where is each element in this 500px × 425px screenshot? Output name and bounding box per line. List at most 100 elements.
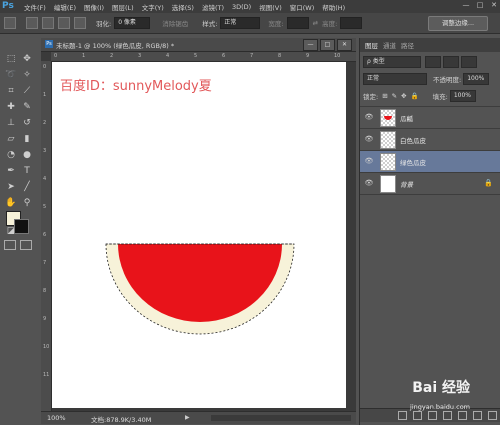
author-watermark: 百度ID：sunnyMelody夏 [60, 79, 212, 94]
new-group-icon[interactable] [458, 411, 467, 420]
shape-icon[interactable]: ╱ [20, 180, 34, 194]
quick-mask-icon[interactable] [4, 240, 16, 250]
document-tab[interactable]: Ps 未标题-1 @ 100% (绿色瓜皮, RGB/8) * — □ ✕ [41, 38, 356, 52]
ruler-tick: 9 [43, 316, 47, 322]
filter-adjust-icon[interactable] [443, 55, 459, 68]
ruler-tick: 1 [82, 53, 86, 59]
status-menu-arrow-icon[interactable]: ▶ [185, 414, 190, 421]
subtract-selection-icon[interactable] [58, 17, 70, 29]
filter-pixel-icon[interactable] [425, 55, 441, 68]
link-layers-icon[interactable] [398, 411, 407, 420]
gradient-icon[interactable]: ▮ [20, 132, 34, 146]
tab-channels[interactable]: 通道 [383, 40, 396, 50]
menu-layer[interactable]: 图层(L) [112, 2, 134, 12]
lock-pixels-icon[interactable]: ✎ [392, 92, 397, 100]
zoom-icon[interactable]: ⚲ [20, 196, 34, 210]
vertical-ruler: 0 1 2 3 4 5 6 7 8 9 10 11 [41, 61, 52, 411]
brush-icon[interactable]: ✎ [20, 100, 34, 114]
move-icon[interactable]: ✥ [20, 52, 34, 66]
menu-select[interactable]: 选择(S) [172, 2, 194, 12]
menu-help[interactable]: 帮助(H) [322, 2, 345, 12]
doc-minimize-icon[interactable]: — [303, 39, 318, 51]
add-mask-icon[interactable] [428, 411, 437, 420]
visibility-eye-icon[interactable]: 👁 [364, 113, 374, 122]
tab-paths[interactable]: 路径 [401, 40, 414, 50]
lasso-icon[interactable]: ➰ [4, 68, 18, 82]
clone-stamp-icon[interactable]: ⊥ [4, 116, 18, 130]
delete-layer-icon[interactable] [488, 411, 497, 420]
feather-input[interactable]: 0 像素 [114, 17, 151, 29]
close-icon[interactable]: ✕ [490, 1, 498, 9]
layer-filter-kind-select[interactable]: ρ 类型 [363, 55, 421, 68]
antialias-checkbox[interactable]: 消除锯齿 [162, 18, 188, 28]
minimize-icon[interactable]: — [462, 1, 470, 9]
eyedropper-icon[interactable]: ⟋ [20, 84, 34, 98]
ruler-tick: 2 [110, 53, 114, 59]
healing-brush-icon[interactable]: ✚ [4, 100, 18, 114]
visibility-eye-icon[interactable]: 👁 [364, 179, 374, 188]
blend-mode-select[interactable]: 正常 [363, 72, 427, 85]
layer-row-white-rind[interactable]: 👁 白色瓜皮 [360, 128, 500, 150]
opacity-input[interactable]: 100% [463, 72, 490, 85]
menu-edit[interactable]: 编辑(E) [54, 2, 76, 12]
crop-icon[interactable]: ⌗ [4, 84, 18, 98]
baidu-jingyan-logo: Bai 经验 [412, 380, 470, 396]
path-selection-icon[interactable]: ➤ [4, 180, 18, 194]
ruler-tick: 10 [43, 344, 50, 350]
fill-input[interactable]: 100% [449, 89, 476, 102]
menu-file[interactable]: 文件(F) [24, 2, 46, 12]
ruler-tick: 5 [194, 53, 198, 59]
horizontal-scrollbar[interactable] [211, 415, 351, 421]
intersect-selection-icon[interactable] [74, 17, 86, 29]
menu-window[interactable]: 窗口(W) [290, 2, 315, 12]
restore-icon[interactable]: □ [476, 1, 484, 9]
menu-3d[interactable]: 3D(D) [232, 3, 251, 11]
lock-position-icon[interactable]: ✥ [401, 92, 406, 100]
magic-wand-icon[interactable]: ✧ [20, 68, 34, 82]
new-layer-icon[interactable] [473, 411, 482, 420]
menu-image[interactable]: 图像(I) [84, 2, 104, 12]
document-size-info[interactable]: 文档:878.9K/3.40M [91, 414, 151, 424]
screen-mode-icon[interactable] [20, 240, 32, 250]
background-color-swatch[interactable] [14, 219, 29, 234]
height-input[interactable] [340, 17, 363, 29]
filter-type-icon[interactable] [461, 55, 477, 68]
menu-type[interactable]: 文字(Y) [142, 2, 164, 12]
tab-layers[interactable]: 图层 [365, 40, 378, 50]
lock-all-icon[interactable]: 🔒 [411, 92, 419, 100]
layer-row-background[interactable]: 👁 背景 🔒 [360, 172, 500, 195]
zoom-level[interactable]: 100% [47, 414, 66, 422]
dodge-icon[interactable]: ● [20, 148, 34, 162]
adjustment-layer-icon[interactable] [443, 411, 452, 420]
width-input[interactable] [286, 17, 309, 29]
lock-transparent-icon[interactable]: ⊞ [382, 92, 387, 100]
menu-view[interactable]: 视图(V) [259, 2, 282, 12]
eraser-icon[interactable]: ▱ [4, 132, 18, 146]
doc-close-icon[interactable]: ✕ [337, 39, 352, 51]
layer-style-icon[interactable] [413, 411, 422, 420]
status-bar: 100% 文档:878.9K/3.40M ▶ [41, 411, 356, 424]
history-brush-icon[interactable]: ↺ [20, 116, 34, 130]
blur-icon[interactable]: ◔ [4, 148, 18, 162]
rect-marquee-icon[interactable]: ⬚ [4, 52, 18, 66]
marquee-tool-preset-icon[interactable] [4, 17, 16, 29]
photoshop-logo: Ps [2, 1, 14, 11]
panel-tabs: 图层 通道 路径 [360, 38, 500, 52]
add-selection-icon[interactable] [42, 17, 54, 29]
layer-row-flesh[interactable]: 👁 瓜瓤 [360, 106, 500, 128]
doc-restore-icon[interactable]: □ [320, 39, 335, 51]
layer-name: 绿色瓜皮 [400, 159, 426, 167]
visibility-eye-icon[interactable]: 👁 [364, 135, 374, 144]
new-selection-icon[interactable] [26, 17, 38, 29]
layer-row-green-rind[interactable]: 👁 绿色瓜皮 [360, 150, 500, 172]
hand-icon[interactable]: ✋ [4, 196, 18, 210]
refine-edge-button[interactable]: 调整边缘... [428, 16, 488, 31]
type-icon[interactable]: T [20, 164, 34, 178]
ruler-tick: 4 [166, 53, 170, 59]
menu-filter[interactable]: 滤镜(T) [202, 2, 224, 12]
swap-icon[interactable]: ⇄ [313, 19, 318, 27]
style-select[interactable]: 正常 [220, 17, 261, 29]
canvas[interactable]: 百度ID：sunnyMelody夏 [52, 62, 346, 408]
pen-icon[interactable]: ✒ [4, 164, 18, 178]
visibility-eye-icon[interactable]: 👁 [364, 157, 374, 166]
